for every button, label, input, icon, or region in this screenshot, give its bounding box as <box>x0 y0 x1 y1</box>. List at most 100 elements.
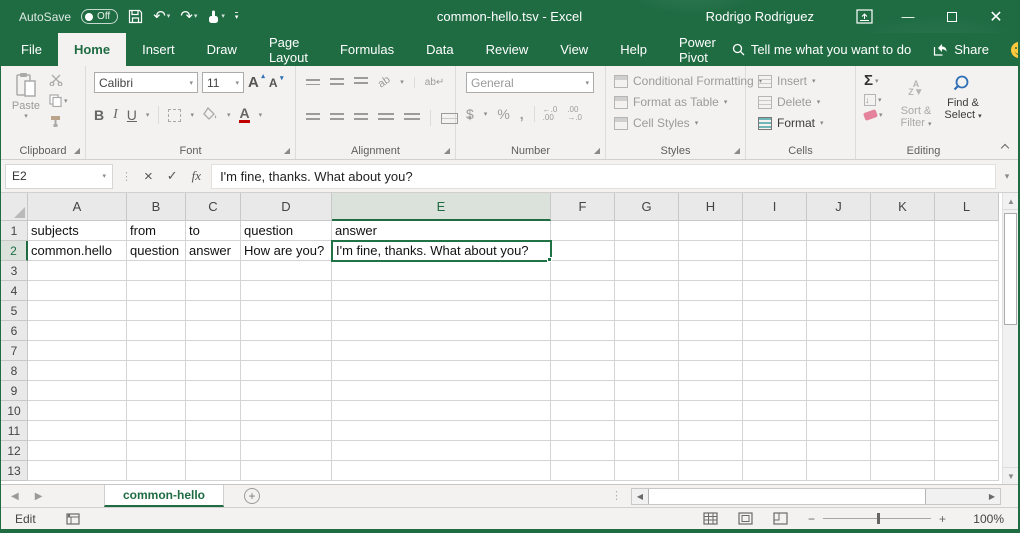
grow-font-button[interactable]: A▴ <box>248 74 259 91</box>
insert-cells-button[interactable]: Insert▾ <box>746 70 855 91</box>
tab-scroll-splitter[interactable]: ⋮ <box>611 489 622 502</box>
cell-L8[interactable] <box>935 361 999 381</box>
minimize-button[interactable]: — <box>886 0 930 33</box>
cell-L1[interactable] <box>935 221 999 241</box>
cell-C4[interactable] <box>186 281 241 301</box>
format-as-table-button[interactable]: Format as Table▾ <box>606 91 745 112</box>
column-header-L[interactable]: L <box>935 193 999 221</box>
cell-H2[interactable] <box>679 241 743 261</box>
font-dialog-launcher[interactable]: ◢ <box>282 146 292 156</box>
tab-insert[interactable]: Insert <box>126 33 191 66</box>
cell-K3[interactable] <box>871 261 935 281</box>
shrink-font-button[interactable]: A▾ <box>269 76 278 90</box>
cell-B11[interactable] <box>127 421 186 441</box>
autosum-button[interactable]: Σ▾ <box>864 72 883 89</box>
column-header-F[interactable]: F <box>551 193 615 221</box>
cell-H12[interactable] <box>679 441 743 461</box>
row-header-7[interactable]: 7 <box>1 341 28 361</box>
cell-G10[interactable] <box>615 401 679 421</box>
cell-D9[interactable] <box>241 381 332 401</box>
cell-J8[interactable] <box>807 361 871 381</box>
column-header-A[interactable]: A <box>28 193 127 221</box>
cell-D12[interactable] <box>241 441 332 461</box>
fill-handle[interactable] <box>547 257 552 262</box>
wrap-text-button[interactable]: ab↵ <box>414 77 445 88</box>
zoom-level[interactable]: 100% <box>966 512 1004 526</box>
align-right-button[interactable] <box>354 113 368 123</box>
cell-A9[interactable] <box>28 381 127 401</box>
expand-formula-bar-icon[interactable]: ▾ <box>996 171 1018 182</box>
horizontal-scroll-thumb[interactable] <box>648 489 926 504</box>
cell-G9[interactable] <box>615 381 679 401</box>
row-header-8[interactable]: 8 <box>1 361 28 381</box>
copy-button[interactable]: ▾ <box>49 94 68 107</box>
cell-K10[interactable] <box>871 401 935 421</box>
cell-K7[interactable] <box>871 341 935 361</box>
cell-H1[interactable] <box>679 221 743 241</box>
row-header-3[interactable]: 3 <box>1 261 28 281</box>
cell-E5[interactable] <box>332 301 551 321</box>
column-header-E[interactable]: E <box>332 193 551 221</box>
cell-B4[interactable] <box>127 281 186 301</box>
cell-K12[interactable] <box>871 441 935 461</box>
ribbon-display-options-button[interactable] <box>842 0 886 33</box>
cell-B10[interactable] <box>127 401 186 421</box>
column-header-I[interactable]: I <box>743 193 807 221</box>
tab-data[interactable]: Data <box>410 33 469 66</box>
cell-L2[interactable] <box>935 241 999 261</box>
alignment-dialog-launcher[interactable]: ◢ <box>442 146 452 156</box>
row-header-6[interactable]: 6 <box>1 321 28 341</box>
cell-J1[interactable] <box>807 221 871 241</box>
cell-J11[interactable] <box>807 421 871 441</box>
cell-H9[interactable] <box>679 381 743 401</box>
cell-B9[interactable] <box>127 381 186 401</box>
cell-F6[interactable] <box>551 321 615 341</box>
cell-D13[interactable] <box>241 461 332 481</box>
cell-K1[interactable] <box>871 221 935 241</box>
cell-J13[interactable] <box>807 461 871 481</box>
cell-J10[interactable] <box>807 401 871 421</box>
cell-H13[interactable] <box>679 461 743 481</box>
cell-H3[interactable] <box>679 261 743 281</box>
cell-C3[interactable] <box>186 261 241 281</box>
cell-K4[interactable] <box>871 281 935 301</box>
cell-L6[interactable] <box>935 321 999 341</box>
number-format-select[interactable]: General▾ <box>466 72 594 93</box>
comma-button[interactable]: , <box>520 106 524 122</box>
tab-page-layout[interactable]: Page Layout <box>253 33 324 66</box>
cell-B6[interactable] <box>127 321 186 341</box>
cell-D1[interactable]: question <box>241 221 332 241</box>
scroll-down-icon[interactable]: ▼ <box>1003 467 1018 484</box>
cell-B7[interactable] <box>127 341 186 361</box>
tab-review[interactable]: Review <box>470 33 545 66</box>
bold-button[interactable]: B <box>94 107 104 123</box>
prev-sheet-icon[interactable]: ◀ <box>11 491 19 502</box>
row-header-5[interactable]: 5 <box>1 301 28 321</box>
row-header-4[interactable]: 4 <box>1 281 28 301</box>
cell-A5[interactable] <box>28 301 127 321</box>
cell-J5[interactable] <box>807 301 871 321</box>
column-header-D[interactable]: D <box>241 193 332 221</box>
cell-C8[interactable] <box>186 361 241 381</box>
borders-dropdown-icon[interactable]: ▾ <box>190 111 194 119</box>
page-break-view-button[interactable] <box>773 512 788 525</box>
row-header-13[interactable]: 13 <box>1 461 28 481</box>
tab-home[interactable]: Home <box>58 33 126 66</box>
increase-indent-button[interactable] <box>404 113 420 123</box>
cell-C13[interactable] <box>186 461 241 481</box>
column-header-G[interactable]: G <box>615 193 679 221</box>
cell-I9[interactable] <box>743 381 807 401</box>
touch-mode-dropdown-icon[interactable]: ▾ <box>221 13 225 20</box>
tell-me-box[interactable]: Tell me what you want to do <box>732 42 911 57</box>
cell-H5[interactable] <box>679 301 743 321</box>
cell-D2[interactable]: How are you? <box>241 241 332 261</box>
zoom-out-button[interactable]: − <box>808 512 815 526</box>
cell-D6[interactable] <box>241 321 332 341</box>
zoom-slider-handle[interactable] <box>877 513 880 524</box>
conditional-formatting-button[interactable]: Conditional Formatting▾ <box>606 70 745 91</box>
scroll-up-icon[interactable]: ▲ <box>1003 193 1018 210</box>
save-button[interactable] <box>128 9 143 24</box>
cell-G13[interactable] <box>615 461 679 481</box>
cell-I4[interactable] <box>743 281 807 301</box>
orientation-dropdown-icon[interactable]: ▾ <box>400 78 404 86</box>
